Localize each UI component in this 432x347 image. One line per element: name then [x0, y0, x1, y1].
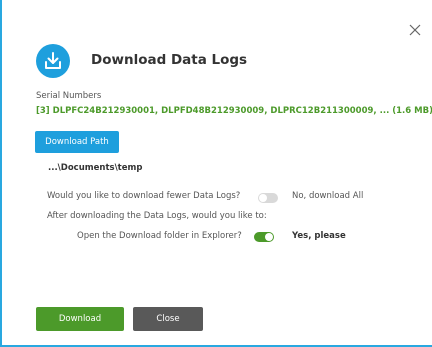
fewer-logs-question: Would you like to download fewer Data Lo… [47, 191, 241, 201]
serial-numbers-values: [3] DLPFC24B212930001, DLPFD48B212930009… [36, 106, 432, 116]
open-folder-toggle-label: Yes, please [292, 231, 346, 241]
download-path-value: ...\Documents\temp [48, 163, 143, 173]
serial-numbers-label: Serial Numbers [36, 91, 102, 101]
close-button[interactable]: Close [133, 307, 203, 331]
download-path-button[interactable]: Download Path [35, 131, 119, 153]
fewer-logs-toggle-label: No, download All [292, 191, 364, 201]
open-folder-toggle[interactable] [254, 232, 274, 242]
download-data-logs-dialog: Download Data Logs Serial Numbers [3] DL… [0, 0, 432, 347]
fewer-logs-toggle[interactable] [258, 193, 278, 203]
download-button[interactable]: Download [36, 307, 124, 331]
close-icon[interactable] [408, 22, 422, 36]
download-icon [36, 44, 70, 78]
open-folder-question: Open the Download folder in Explorer? [77, 231, 242, 241]
after-download-question: After downloading the Data Logs, would y… [47, 211, 267, 221]
dialog-title: Download Data Logs [91, 52, 248, 68]
toggle-knob [265, 233, 273, 241]
toggle-knob [259, 194, 267, 202]
